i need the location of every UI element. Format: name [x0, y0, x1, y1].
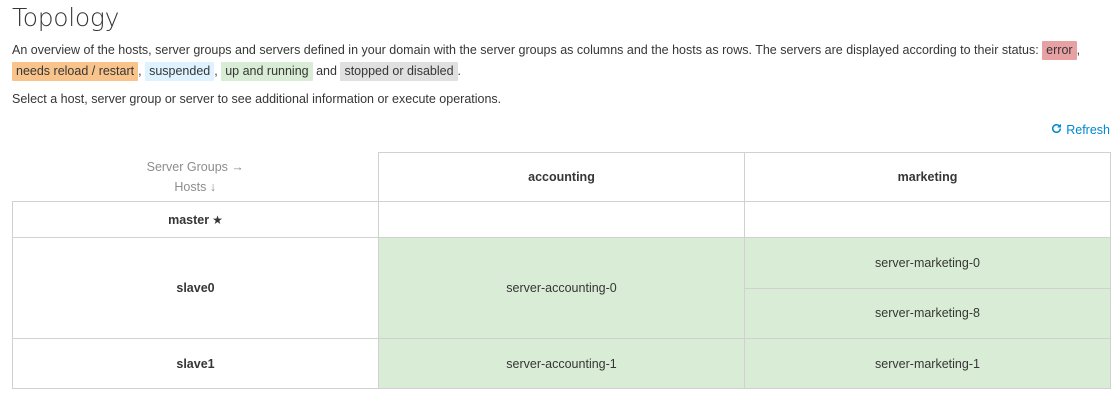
- legend-suspended-badge: suspended: [145, 62, 215, 81]
- intro-text: An overview of the hosts, server groups …: [12, 43, 1039, 57]
- topology-table: Server Groups → Hosts ↓ accounting marke…: [12, 152, 1111, 389]
- table-row: master ★: [12, 201, 1111, 238]
- server-marketing-0[interactable]: server-marketing-0: [745, 239, 1110, 288]
- refresh-link[interactable]: Refresh: [1051, 123, 1110, 137]
- hosts-axis-label: Hosts ↓: [174, 179, 217, 194]
- legend-error-badge: error: [1042, 41, 1077, 60]
- refresh-label: Refresh: [1066, 123, 1110, 137]
- table-row: slave1 server-accounting-1 server-market…: [12, 338, 1111, 389]
- host-slave1[interactable]: slave1: [12, 338, 379, 389]
- intro-paragraph: An overview of the hosts, server groups …: [12, 40, 1107, 82]
- table-header-row: Server Groups → Hosts ↓ accounting marke…: [12, 152, 1111, 202]
- server-stack: server-marketing-0 server-marketing-8: [744, 237, 1111, 339]
- star-icon: ★: [212, 212, 223, 227]
- table-row: slave0 server-accounting-0 server-market…: [12, 237, 1111, 339]
- server-accounting-1[interactable]: server-accounting-1: [378, 338, 745, 389]
- select-hint-text: Select a host, server group or server to…: [12, 92, 502, 106]
- server-marketing-8[interactable]: server-marketing-8: [745, 287, 1110, 338]
- server-group-marketing[interactable]: marketing: [744, 152, 1111, 202]
- refresh-icon: [1051, 123, 1062, 137]
- legend-running-badge: up and running: [221, 62, 313, 81]
- server-group-accounting[interactable]: accounting: [378, 152, 745, 202]
- legend-and-word: and: [316, 64, 337, 78]
- empty-cell: [744, 201, 1111, 238]
- legend-stopped-badge: stopped or disabled: [340, 62, 458, 81]
- topology-page: Topology An overview of the hosts, serve…: [0, 0, 1118, 418]
- server-marketing-1[interactable]: server-marketing-1: [744, 338, 1111, 389]
- host-master[interactable]: master ★: [12, 201, 379, 238]
- server-accounting-0[interactable]: server-accounting-0: [378, 237, 745, 339]
- corner-cell: Server Groups → Hosts ↓: [12, 152, 379, 202]
- host-slave0[interactable]: slave0: [12, 237, 379, 339]
- page-title: Topology: [12, 3, 120, 32]
- legend-needs-reload-badge: needs reload / restart: [12, 62, 139, 81]
- host-master-label: master: [168, 212, 210, 227]
- server-groups-axis-label: Server Groups →: [146, 159, 244, 174]
- empty-cell: [378, 201, 745, 238]
